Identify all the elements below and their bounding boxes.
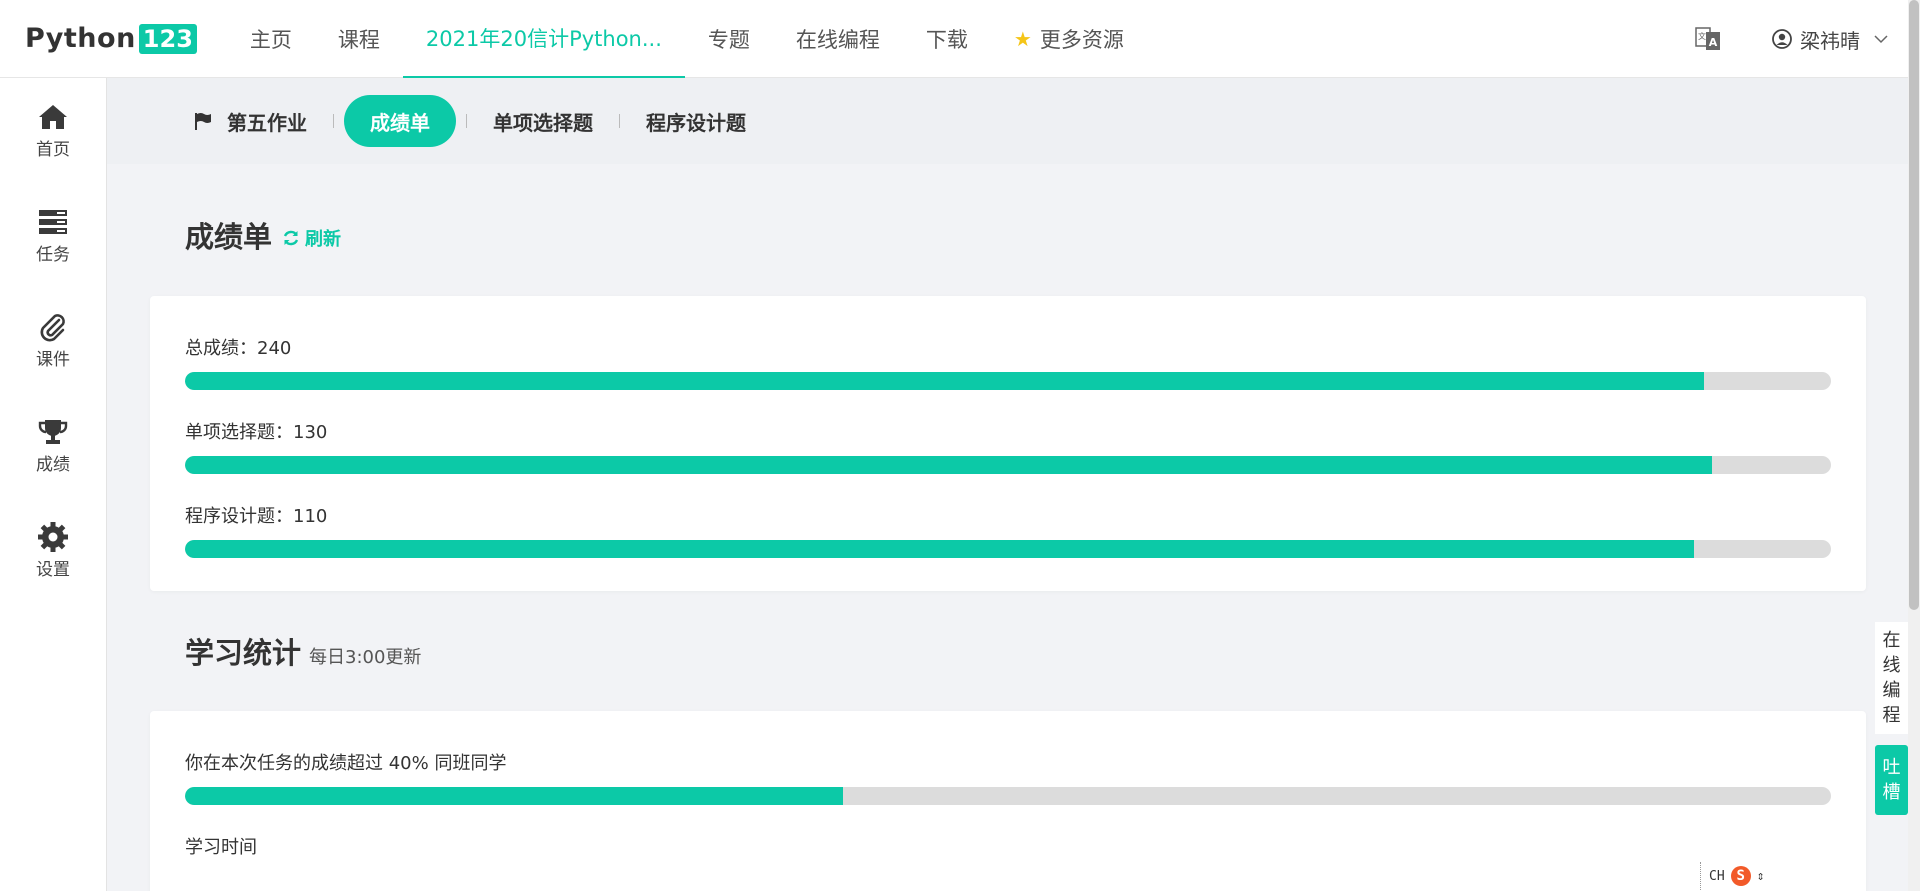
float-char: 程 xyxy=(1882,705,1901,726)
sidebar-item-label: 任务 xyxy=(36,245,70,265)
online-coding-float-button[interactable]: 在 线 编 程 xyxy=(1875,622,1908,734)
gradebook-card: 总成绩：240 单项选择题：130 程序设计题：110 xyxy=(150,296,1866,591)
page-scrollbar[interactable] xyxy=(1908,0,1920,891)
study-time-label: 学习时间 xyxy=(185,837,257,858)
chevron-down-icon xyxy=(1874,35,1888,44)
sogou-logo-icon: S xyxy=(1730,866,1751,886)
float-char: 槽 xyxy=(1882,782,1901,803)
sidebar-item-grades[interactable]: 成绩 xyxy=(0,393,106,498)
tab-divider xyxy=(466,114,467,128)
sidebar-item-label: 设置 xyxy=(36,560,70,580)
flag-icon xyxy=(195,113,211,130)
grade-label: 程序设计题：110 xyxy=(185,506,328,527)
progress-bar xyxy=(185,456,1831,474)
study-time-row: 学习时间 xyxy=(185,833,1831,859)
nav-item-home[interactable]: 主页 xyxy=(227,0,315,78)
progress-bar xyxy=(185,540,1831,558)
refresh-icon xyxy=(283,230,299,246)
progress-bar xyxy=(185,787,1831,805)
user-menu[interactable]: 梁祎晴 xyxy=(1772,25,1888,54)
tab-programming[interactable]: 程序设计题 xyxy=(630,95,762,147)
gradebook-title: 成绩单 xyxy=(185,220,273,254)
progress-bar xyxy=(185,372,1831,390)
stats-title: 学习统计 xyxy=(185,636,302,670)
stats-update-note: 每日3:00更新 xyxy=(309,647,422,668)
sidebar-item-home[interactable]: 首页 xyxy=(0,78,106,183)
progress-fill xyxy=(185,540,1695,558)
nav-item-online-coding[interactable]: 在线编程 xyxy=(773,0,903,78)
refresh-label: 刷新 xyxy=(305,229,342,250)
sidebar-item-settings[interactable]: 设置 xyxy=(0,498,106,603)
rank-row: 你在本次任务的成绩超过 40% 同班同学 xyxy=(185,749,1831,805)
progress-fill xyxy=(185,456,1713,474)
float-char: 在 xyxy=(1882,630,1901,651)
grade-label: 单项选择题：130 xyxy=(185,422,328,443)
svg-text:A: A xyxy=(1709,36,1718,49)
ime-mode: CH xyxy=(1709,868,1725,884)
main-nav: 主页 课程 2021年20信计Python... 专题 在线编程 下载 ★ 更多… xyxy=(227,0,1147,78)
float-char: 编 xyxy=(1882,680,1901,701)
tab-divider xyxy=(333,114,334,128)
tab-single-choice[interactable]: 单项选择题 xyxy=(477,95,609,147)
python123-logo[interactable]: Python 123 xyxy=(25,0,197,78)
float-char: 线 xyxy=(1882,655,1901,676)
left-sidebar: 首页 任务 课件 成绩 设置 xyxy=(0,78,107,891)
feedback-float-button[interactable]: 吐 槽 xyxy=(1875,745,1908,815)
gear-icon xyxy=(38,522,68,552)
sidebar-item-label: 成绩 xyxy=(36,455,70,475)
logo-number: 123 xyxy=(138,23,197,54)
progress-fill xyxy=(185,372,1705,390)
stats-card: 你在本次任务的成绩超过 40% 同班同学 学习时间 xyxy=(150,711,1866,891)
stats-heading: 学习统计 每日3:00更新 xyxy=(185,630,421,672)
trophy-icon xyxy=(38,420,68,444)
gradebook-heading: 成绩单 刷新 xyxy=(185,214,341,256)
grade-row-total: 总成绩：240 xyxy=(185,334,1831,390)
grade-row-programming: 程序设计题：110 xyxy=(185,502,1831,558)
sidebar-item-label: 首页 xyxy=(36,140,70,160)
ime-indicator[interactable]: CH S ⇕ xyxy=(1700,862,1764,890)
nav-item-courses[interactable]: 课程 xyxy=(315,0,403,78)
assignment-tabs: 第五作业 成绩单 单项选择题 程序设计题 xyxy=(107,78,1908,164)
tab-assignment-five[interactable]: 第五作业 xyxy=(177,95,323,147)
sidebar-item-label: 课件 xyxy=(36,350,70,370)
grade-label: 总成绩：240 xyxy=(185,338,292,359)
rank-label: 你在本次任务的成绩超过 40% 同班同学 xyxy=(185,753,507,774)
scrollbar-thumb[interactable] xyxy=(1909,0,1919,610)
paperclip-icon xyxy=(40,314,65,342)
nav-item-more-resources-label: 更多资源 xyxy=(1039,27,1124,52)
sidebar-item-tasks[interactable]: 任务 xyxy=(0,183,106,288)
user-avatar-icon xyxy=(1772,29,1792,49)
nav-item-current-course[interactable]: 2021年20信计Python... xyxy=(402,0,685,78)
grade-row-single-choice: 单项选择题：130 xyxy=(185,418,1831,474)
svg-text:文: 文 xyxy=(1698,31,1706,41)
main-content: 成绩单 刷新 总成绩：240 单项选择题：130 程序设计题：110 学习统计 … xyxy=(107,164,1908,891)
top-navbar: Python 123 主页 课程 2021年20信计Python... 专题 在… xyxy=(0,0,1908,78)
home-icon xyxy=(39,105,67,129)
translate-icon[interactable]: A 文 xyxy=(1694,25,1722,53)
tab-label: 第五作业 xyxy=(227,110,307,135)
star-icon: ★ xyxy=(1013,26,1032,51)
tasks-icon xyxy=(39,210,67,234)
nav-item-topics[interactable]: 专题 xyxy=(685,0,773,78)
logo-text: Python xyxy=(25,23,136,54)
float-char: 吐 xyxy=(1882,757,1901,778)
user-name: 梁祎晴 xyxy=(1800,28,1860,53)
tab-gradebook[interactable]: 成绩单 xyxy=(344,95,456,147)
tab-divider xyxy=(619,114,620,128)
sidebar-item-courseware[interactable]: 课件 xyxy=(0,288,106,393)
refresh-button[interactable]: 刷新 xyxy=(282,225,341,251)
progress-fill xyxy=(185,787,844,805)
ime-toggle-icon: ⇕ xyxy=(1756,868,1765,884)
nav-item-download[interactable]: 下载 xyxy=(903,0,991,78)
nav-item-more-resources[interactable]: ★ 更多资源 xyxy=(991,0,1147,78)
